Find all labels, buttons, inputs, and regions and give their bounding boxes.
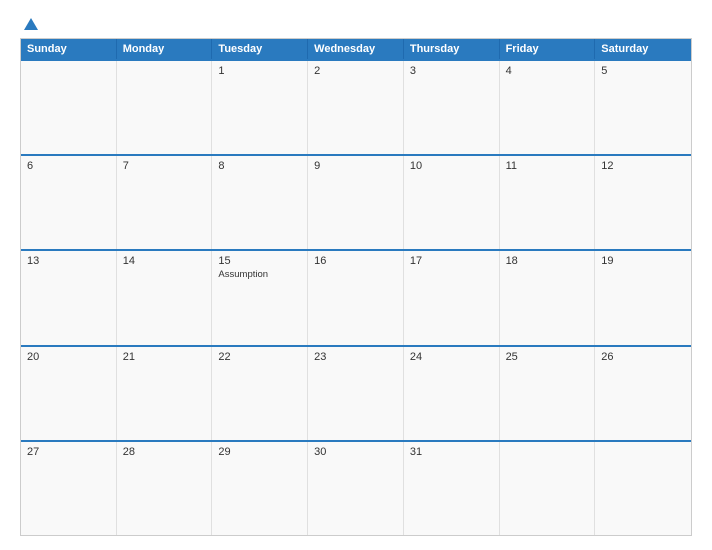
calendar-cell: 15 Assumption — [212, 251, 308, 344]
day-number: 22 — [218, 351, 301, 363]
calendar-cell: 12 — [595, 156, 691, 249]
calendar-cell: 21 — [117, 347, 213, 440]
calendar-cell: 31 — [404, 442, 500, 535]
calendar-week-4: 20 21 22 23 24 25 26 — [21, 345, 691, 440]
calendar-week-3: 13 14 15 Assumption 16 17 18 19 — [21, 249, 691, 344]
calendar-cell: 20 — [21, 347, 117, 440]
calendar-cell — [500, 442, 596, 535]
weekday-header-thursday: Thursday — [404, 39, 500, 59]
day-number: 28 — [123, 446, 206, 458]
day-number: 26 — [601, 351, 685, 363]
calendar-week-5: 27 28 29 30 31 — [21, 440, 691, 535]
weekday-header-monday: Monday — [117, 39, 213, 59]
day-number: 10 — [410, 160, 493, 172]
calendar-cell: 4 — [500, 61, 596, 154]
calendar-cell: 23 — [308, 347, 404, 440]
calendar-week-1: 1 2 3 45 — [21, 59, 691, 154]
day-number: 15 — [218, 255, 301, 267]
calendar-cell: 26 — [595, 347, 691, 440]
calendar-cell: 11 — [500, 156, 596, 249]
day-event: Assumption — [218, 269, 301, 280]
page: SundayMondayTuesdayWednesdayThursdayFrid… — [0, 0, 712, 550]
calendar-cell: 7 — [117, 156, 213, 249]
calendar-cell: 8 — [212, 156, 308, 249]
day-number: 30 — [314, 446, 397, 458]
day-number: 13 — [27, 255, 110, 267]
calendar-cell: 19 — [595, 251, 691, 344]
calendar-header: SundayMondayTuesdayWednesdayThursdayFrid… — [21, 39, 691, 59]
calendar-cell: 17 — [404, 251, 500, 344]
calendar-cell: 5 — [595, 61, 691, 154]
calendar-cell: 13 — [21, 251, 117, 344]
weekday-header-saturday: Saturday — [595, 39, 691, 59]
calendar-cell: 10 — [404, 156, 500, 249]
day-number: 16 — [314, 255, 397, 267]
calendar-cell: 1 — [212, 61, 308, 154]
day-number: 20 — [27, 351, 110, 363]
day-number: 17 — [410, 255, 493, 267]
day-number: 27 — [27, 446, 110, 458]
day-number: 2 — [314, 65, 397, 77]
day-number: 8 — [218, 160, 301, 172]
day-number: 29 — [218, 446, 301, 458]
calendar-cell — [117, 61, 213, 154]
day-number: 4 — [506, 65, 589, 77]
day-number: 6 — [27, 160, 110, 172]
logo-triangle-icon — [24, 18, 38, 30]
day-number: 19 — [601, 255, 685, 267]
calendar-cell: 18 — [500, 251, 596, 344]
weekday-header-sunday: Sunday — [21, 39, 117, 59]
logo — [20, 18, 38, 30]
calendar-cell: 30 — [308, 442, 404, 535]
day-number: 21 — [123, 351, 206, 363]
calendar-cell: 25 — [500, 347, 596, 440]
day-number: 25 — [506, 351, 589, 363]
calendar-week-2: 6 78 9 10 11 12 — [21, 154, 691, 249]
header — [20, 18, 692, 30]
calendar-cell: 2 — [308, 61, 404, 154]
calendar-cell: 14 — [117, 251, 213, 344]
day-number: 14 — [123, 255, 206, 267]
calendar-cell: 28 — [117, 442, 213, 535]
calendar-cell: 3 — [404, 61, 500, 154]
calendar-cell: 27 — [21, 442, 117, 535]
day-number: 18 — [506, 255, 589, 267]
day-number: 11 — [506, 160, 589, 172]
calendar-cell: 16 — [308, 251, 404, 344]
day-number: 3 — [410, 65, 493, 77]
day-number: 31 — [410, 446, 493, 458]
weekday-header-wednesday: Wednesday — [308, 39, 404, 59]
day-number: 1 — [218, 65, 301, 77]
day-number: 12 — [601, 160, 685, 172]
calendar-cell: 22 — [212, 347, 308, 440]
calendar-body: 123456789101112131415Assumption161718192… — [21, 59, 691, 535]
calendar-cell: 24 — [404, 347, 500, 440]
calendar: SundayMondayTuesdayWednesdayThursdayFrid… — [20, 38, 692, 536]
logo-blue-text — [20, 18, 38, 30]
calendar-cell: 6 — [21, 156, 117, 249]
calendar-cell — [595, 442, 691, 535]
calendar-cell — [21, 61, 117, 154]
day-number: 24 — [410, 351, 493, 363]
day-number: 5 — [601, 65, 685, 77]
calendar-cell: 9 — [308, 156, 404, 249]
weekday-header-friday: Friday — [500, 39, 596, 59]
day-number: 7 — [123, 160, 206, 172]
calendar-cell: 29 — [212, 442, 308, 535]
weekday-header-tuesday: Tuesday — [212, 39, 308, 59]
day-number: 23 — [314, 351, 397, 363]
day-number: 9 — [314, 160, 397, 172]
